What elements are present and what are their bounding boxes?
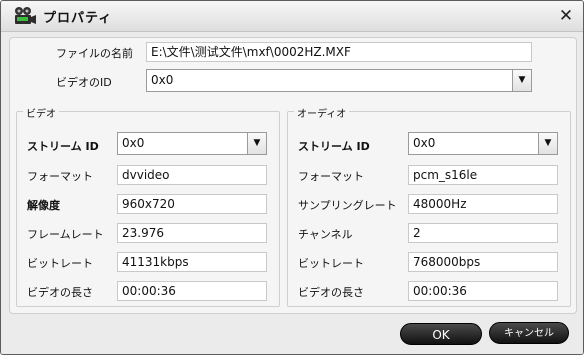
video-id-value: 0x0 [151, 73, 174, 87]
video-resolution-field[interactable]: 960x720 [117, 194, 267, 214]
video-bitrate-field[interactable]: 41131kbps [117, 252, 267, 272]
chevron-down-icon[interactable]: ▼ [512, 70, 531, 91]
audio-bitrate-label: ビットレート [298, 257, 364, 270]
close-icon[interactable]: ✕ [555, 5, 577, 27]
audio-channels-field[interactable]: 2 [408, 223, 558, 243]
audio-stream-id-value: 0x0 [413, 136, 436, 150]
cancel-button[interactable]: キャンセル [489, 322, 569, 344]
audio-group-title: オーディオ [294, 105, 350, 120]
audio-stream-id-label: ストリーム ID [298, 140, 370, 153]
title-bar[interactable]: プロパティ ✕ [1, 1, 583, 32]
audio-format-field[interactable]: pcm_s16le [408, 165, 558, 185]
video-stream-id-value: 0x0 [122, 136, 145, 150]
film-projector-icon [13, 6, 37, 26]
properties-panel: ファイルの名前 E:\文件\测试文件\mxf\0002HZ.MXF ビデオのID… [9, 37, 577, 314]
video-format-field[interactable]: dvvideo [117, 165, 267, 185]
video-format-label: フォーマット [27, 170, 93, 183]
video-framerate-field[interactable]: 23.976 [117, 223, 267, 243]
dialog-footer: OK キャンセル [1, 316, 583, 354]
audio-samplerate-field[interactable]: 48000Hz [408, 194, 558, 214]
video-stream-id-label: ストリーム ID [27, 140, 99, 153]
video-stream-id-select[interactable]: 0x0 ▼ [117, 132, 267, 155]
video-framerate-label: フレームレート [27, 228, 104, 241]
chevron-down-icon[interactable]: ▼ [247, 133, 266, 154]
file-name-field[interactable]: E:\文件\测试文件\mxf\0002HZ.MXF [146, 42, 532, 62]
video-bitrate-label: ビットレート [27, 257, 93, 270]
video-group-title: ビデオ [23, 105, 59, 120]
audio-format-label: フォーマット [298, 170, 364, 183]
chevron-down-icon[interactable]: ▼ [538, 133, 557, 154]
video-duration-field[interactable]: 00:00:36 [117, 281, 267, 301]
audio-duration-label: ビデオの長さ [298, 286, 364, 299]
properties-dialog: プロパティ ✕ ファイルの名前 E:\文件\测试文件\mxf\0002HZ.MX… [0, 0, 584, 355]
window-title: プロパティ [43, 11, 113, 26]
video-duration-label: ビデオの長さ [27, 286, 93, 299]
audio-stream-id-select[interactable]: 0x0 ▼ [408, 132, 558, 155]
video-id-select[interactable]: 0x0 ▼ [146, 69, 532, 92]
audio-channels-label: チャンネル [298, 228, 353, 241]
video-id-label: ビデオのID [56, 76, 112, 89]
audio-samplerate-label: サンプリングレート [298, 199, 397, 212]
audio-bitrate-field[interactable]: 768000bps [408, 252, 558, 272]
ok-button[interactable]: OK [400, 323, 482, 345]
audio-duration-field[interactable]: 00:00:36 [408, 281, 558, 301]
video-resolution-label: 解像度 [27, 199, 60, 212]
file-name-label: ファイルの名前 [56, 47, 133, 60]
